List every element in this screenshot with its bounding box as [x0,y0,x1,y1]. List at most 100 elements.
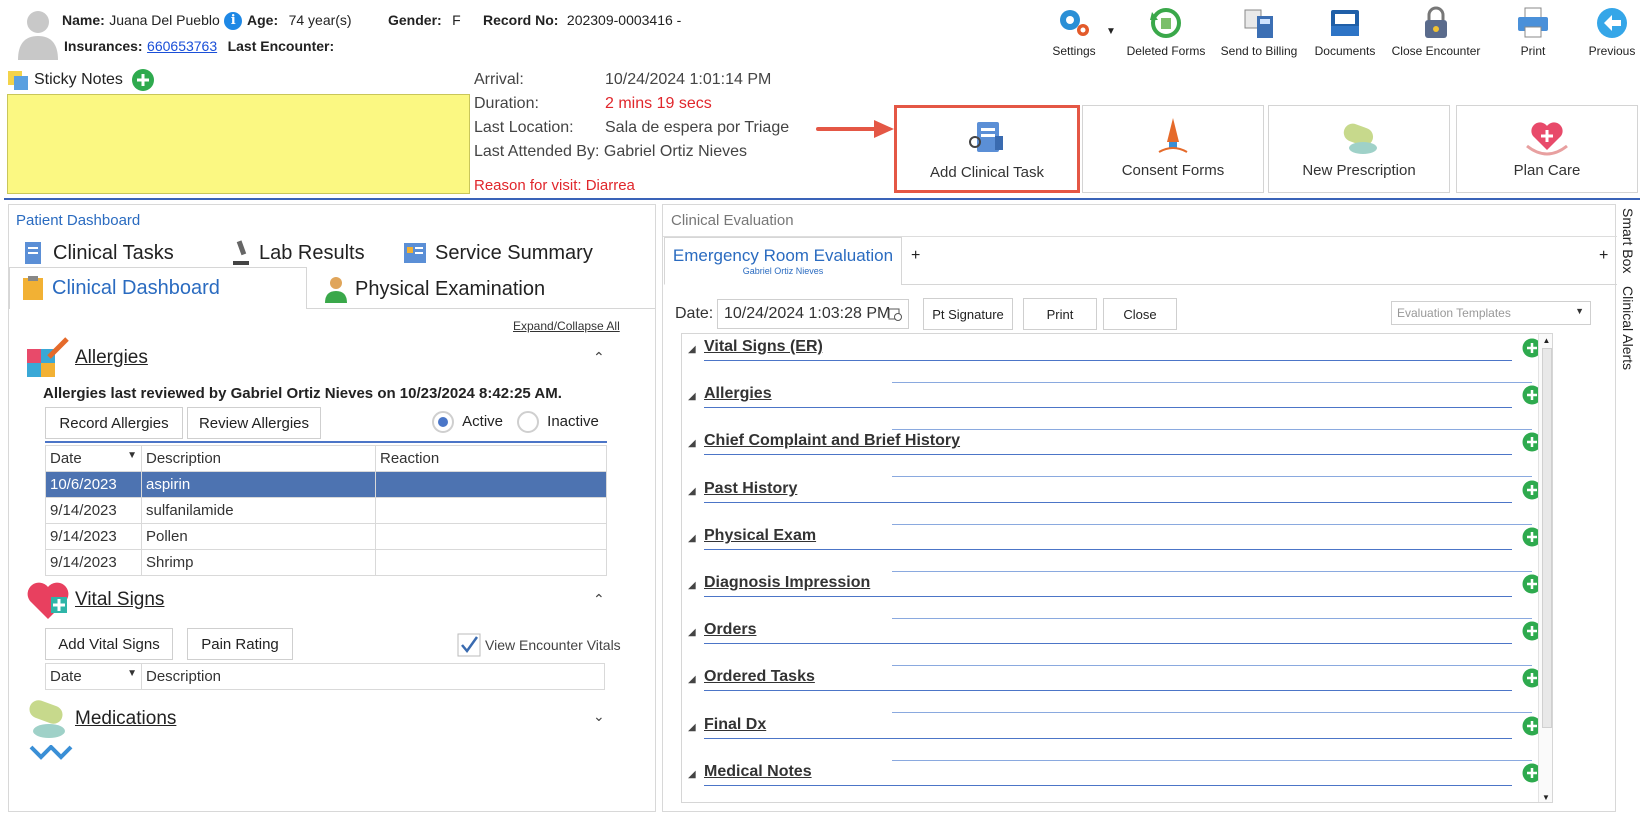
evaluation-section-title[interactable]: Final Dx [704,716,766,734]
evaluation-section[interactable]: ◢ Physical Exam [682,523,1552,572]
evaluation-section[interactable]: ◢ Medical Notes [682,759,1552,802]
evaluation-section-title[interactable]: Past History [704,480,797,498]
close-evaluation-button[interactable]: Close [1103,298,1177,330]
expand-triangle-icon[interactable]: ◢ [688,344,696,355]
tab-physical-examination[interactable]: Physical Examination [323,275,545,303]
record-number: 202309-0003416 - [566,12,682,28]
table-row[interactable]: 9/14/2023 Shrimp [45,549,607,576]
evaluation-section-title[interactable]: Orders [704,621,756,639]
close-encounter-button[interactable]: Close Encounter [1388,6,1484,62]
expand-triangle-icon[interactable]: ◢ [688,533,696,544]
tab-lab-results[interactable]: Lab Results [229,239,365,267]
send-to-billing-button[interactable]: Send to Billing [1214,6,1304,62]
evaluation-section-title[interactable]: Allergies [704,385,772,403]
evaluation-section[interactable]: ◢ Vital Signs (ER) [682,334,1552,383]
expand-triangle-icon[interactable]: ◢ [688,438,696,449]
table-row[interactable]: 9/14/2023 Pollen [45,523,607,550]
medications-title[interactable]: Medications [75,708,176,730]
record-allergies-button[interactable]: Record Allergies [45,407,183,439]
column-header-description[interactable]: Description [141,663,605,690]
evaluation-section-title[interactable]: Chief Complaint and Brief History [704,432,960,450]
info-icon[interactable]: i [224,12,243,30]
settings-dropdown-icon[interactable]: ▼ [1106,26,1116,37]
expand-collapse-all-link[interactable]: Expand/Collapse All [513,319,620,333]
previous-button[interactable]: Previous [1584,6,1640,62]
table-row[interactable]: 9/14/2023 sulfanilamide [45,497,607,524]
column-header-date[interactable]: Date ▼ [45,445,142,472]
expand-triangle-icon[interactable]: ◢ [688,722,696,733]
table-row[interactable]: 10/6/2023 aspirin [45,471,607,498]
column-header-description[interactable]: Description [141,445,376,472]
consent-forms-tile[interactable]: Consent Forms [1082,105,1264,193]
view-encounter-vitals-checkbox[interactable]: View Encounter Vitals [457,633,621,657]
allergies-icon [27,337,69,377]
expand-triangle-icon[interactable]: ◢ [688,391,696,402]
pointer-arrow-icon [816,120,894,138]
column-header-reaction[interactable]: Reaction [375,445,607,472]
date-field[interactable]: 10/24/2024 1:03:28 PM [717,299,909,329]
new-prescription-tile[interactable]: New Prescription [1268,105,1450,193]
vital-signs-collapse-icon[interactable]: ⌃ [593,591,605,608]
column-header-date[interactable]: Date ▼ [45,663,142,690]
tab-clinical-tasks[interactable]: Clinical Tasks [19,239,174,267]
plan-care-tile[interactable]: Plan Care [1456,105,1638,193]
documents-button[interactable]: Documents [1308,6,1382,62]
add-sticky-note-icon[interactable] [131,68,155,92]
printer-icon [1518,7,1548,38]
expand-triangle-icon[interactable]: ◢ [688,486,696,497]
pain-rating-button[interactable]: Pain Rating [187,628,293,660]
tab-smart-box[interactable]: Smart Box [1620,208,1636,273]
tab-clinical-alerts[interactable]: Clinical Alerts [1620,286,1636,370]
pt-signature-button[interactable]: Pt Signature [923,298,1013,330]
checkbox-checked-icon[interactable] [457,633,481,657]
vital-signs-title[interactable]: Vital Signs [75,589,164,611]
name-label: Name: [62,12,105,29]
clinical-evaluation-panel: Clinical Evaluation Emergency Room Evalu… [662,204,1617,812]
evaluation-section[interactable]: ◢ Ordered Tasks [682,664,1552,714]
evaluation-section[interactable]: ◢ Orders [682,617,1552,667]
medications-expand-icon[interactable]: ⌄ [593,708,605,725]
deleted-forms-button[interactable]: Deleted Forms [1124,6,1208,62]
evaluation-section[interactable]: ◢ Past History [682,476,1552,525]
active-radio[interactable]: Active [432,411,503,433]
active-radio-button[interactable] [432,411,454,433]
evaluation-section-title[interactable]: Ordered Tasks [704,668,815,686]
expand-triangle-icon[interactable]: ◢ [688,580,696,591]
inactive-radio-button[interactable] [517,411,539,433]
evaluation-section[interactable]: ◢ Chief Complaint and Brief History [682,428,1552,478]
allergies-collapse-icon[interactable]: ⌃ [593,349,605,366]
tab-service-summary[interactable]: Service Summary [401,239,593,267]
allergies-title[interactable]: Allergies [75,347,148,369]
review-allergies-button[interactable]: Review Allergies [187,407,321,439]
evaluation-section[interactable]: ◢ Final Dx [682,712,1552,761]
sticky-note-area[interactable] [7,94,470,194]
insurance-link[interactable]: 660653763 [147,38,217,54]
expand-triangle-icon[interactable]: ◢ [688,674,696,685]
evaluation-section-title[interactable]: Vital Signs (ER) [704,338,823,356]
patient-name-row: Name: Juana Del Pueblo i [62,12,243,30]
tab-clinical-dashboard[interactable]: Clinical Dashboard [9,267,307,309]
tab-emergency-room-evaluation[interactable]: Emergency Room Evaluation Gabriel Ortiz … [664,237,902,285]
add-vital-signs-button[interactable]: Add Vital Signs [45,628,173,660]
gear-icon [1060,10,1089,36]
expand-triangle-icon[interactable]: ◢ [688,627,696,638]
lock-icon [1425,6,1447,38]
evaluation-section[interactable]: ◢ Diagnosis Impression [682,570,1552,619]
add-clinical-task-tile[interactable]: Add Clinical Task [894,105,1080,193]
add-tab-right-button[interactable]: + [1599,247,1608,265]
expand-triangle-icon[interactable]: ◢ [688,769,696,780]
print-evaluation-button[interactable]: Print [1023,298,1097,330]
evaluation-section-title[interactable]: Medical Notes [704,763,812,781]
settings-button[interactable]: Settings [1046,6,1102,62]
print-button[interactable]: Print [1508,6,1558,62]
vertical-scrollbar[interactable]: ▲ ▼ [1538,334,1552,802]
evaluation-section-title[interactable]: Physical Exam [704,527,816,545]
evaluation-templates-select[interactable]: Evaluation Templates ▼ [1391,301,1591,325]
last-attended-by: Gabriel Ortiz Nieves [603,143,748,160]
inactive-radio[interactable]: Inactive [517,411,599,433]
evaluation-section-title[interactable]: Diagnosis Impression [704,574,870,592]
section-divider [704,596,1512,597]
calendar-clock-icon[interactable] [888,307,902,321]
add-tab-button[interactable]: + [911,247,920,265]
evaluation-section[interactable]: ◢ Allergies [682,381,1552,431]
